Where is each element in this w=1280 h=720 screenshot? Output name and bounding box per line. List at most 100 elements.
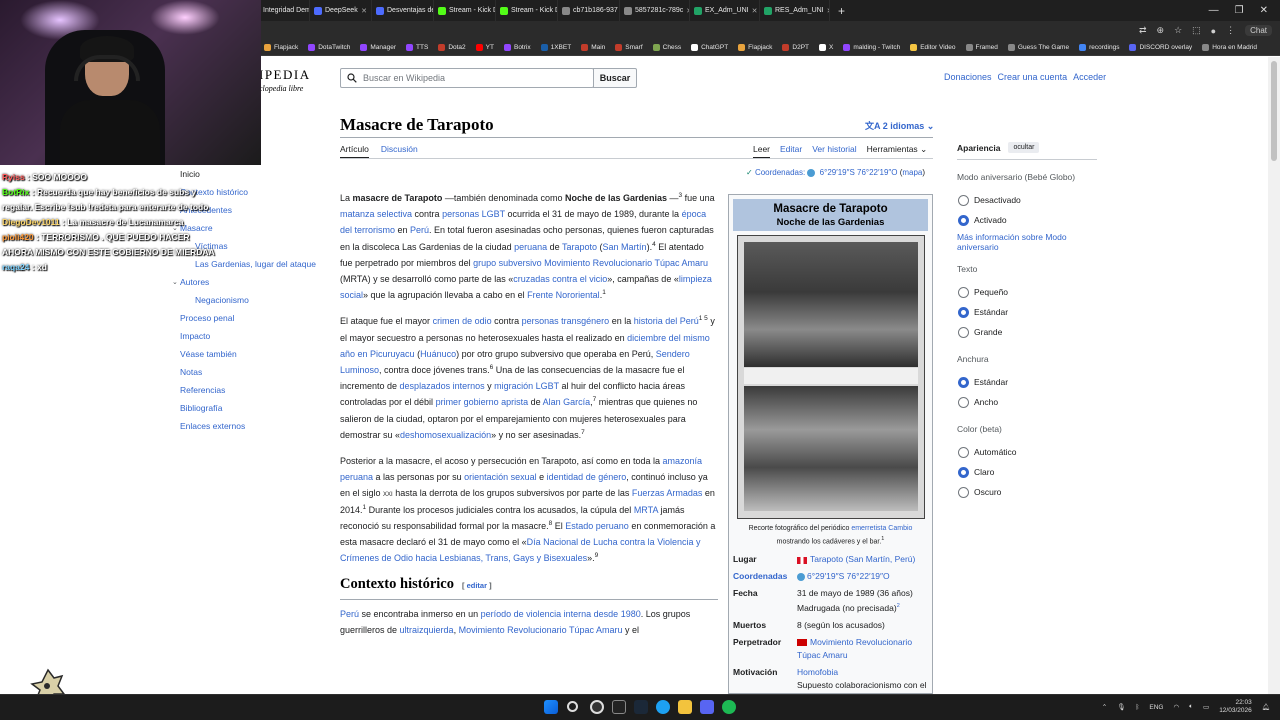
link[interactable]: San Martín	[603, 242, 647, 252]
map-link[interactable]: mapa	[902, 168, 922, 177]
link[interactable]: Movimiento Revolucionario Túpac Amaru	[459, 625, 623, 635]
link[interactable]: crimen de odio	[433, 316, 492, 326]
width-option[interactable]: Estándar	[958, 372, 1097, 392]
bookmark-item[interactable]: Smarf	[615, 44, 643, 51]
globe-icon[interactable]	[797, 573, 805, 582]
toc-item[interactable]: Proceso penal	[172, 309, 322, 327]
browser-tab[interactable]: Stream - Kick D✕	[496, 0, 558, 21]
menu-icon[interactable]: ⋮	[1226, 25, 1235, 36]
search-button[interactable]: Buscar	[593, 68, 637, 88]
language-button[interactable]: 文A 2 idiomas ⌄	[865, 119, 934, 132]
link[interactable]: desplazados internos	[400, 381, 485, 391]
text-size-option[interactable]: Estándar	[958, 302, 1097, 322]
toc-item[interactable]: Negacionismo	[172, 291, 322, 309]
spotify-icon[interactable]	[722, 700, 736, 714]
link[interactable]: identidad de género	[547, 472, 627, 482]
anniversary-more-link[interactable]: Más información sobre Modo aniversario	[957, 232, 1097, 252]
extensions-icon[interactable]: ⬚	[1192, 25, 1201, 36]
page-scrollbar[interactable]	[1268, 57, 1280, 694]
link[interactable]: migración LGBT	[494, 381, 559, 391]
infobox-value-text[interactable]: Tarapoto (San Martín, Perú)	[810, 554, 915, 564]
browser-tab[interactable]: 5857281c-789c✕	[620, 0, 690, 21]
bookmark-item[interactable]: Chess	[652, 44, 681, 51]
link[interactable]: personas LGBT	[442, 209, 505, 219]
close-icon[interactable]: ✕	[361, 7, 367, 15]
folder-icon[interactable]	[678, 700, 692, 714]
bookmark-item[interactable]: Manager	[360, 44, 396, 51]
bookmark-item[interactable]: YT	[475, 44, 494, 51]
discord-icon[interactable]	[700, 700, 714, 714]
radio-button[interactable]	[958, 396, 969, 408]
search-icon[interactable]	[567, 701, 578, 712]
width-option[interactable]: Ancho	[958, 392, 1097, 412]
tab-discussion[interactable]: Discusión	[381, 144, 418, 159]
caption-link[interactable]: emerretista Cambio	[851, 525, 912, 532]
link[interactable]: diciembre del mismo año en Picuruyacu	[340, 333, 710, 359]
toc-item[interactable]: Enlaces externos	[172, 417, 322, 435]
bookmark-item[interactable]: X	[819, 44, 833, 51]
chevron-down-icon[interactable]: ⌄	[172, 278, 180, 286]
minimize-button[interactable]: —	[1209, 5, 1219, 16]
wikipedia-logo[interactable]: IPEDIA clopedia libre	[259, 67, 311, 93]
radio-button[interactable]	[958, 194, 969, 206]
link[interactable]: matanza selectiva	[340, 209, 412, 219]
tab-edit[interactable]: Editar	[780, 144, 802, 159]
radio-button[interactable]	[958, 326, 969, 338]
start-icon[interactable]	[544, 700, 558, 714]
anniversary-option[interactable]: Desactivado	[958, 190, 1097, 210]
link[interactable]: MRTA	[634, 505, 658, 515]
bookmark-item[interactable]: Botrix	[503, 44, 531, 51]
bookmark-item[interactable]: DISCORD overlay	[1129, 44, 1192, 51]
link[interactable]: personas transgénero	[522, 316, 610, 326]
browser-tab[interactable]: Desventajas de✕	[372, 0, 434, 21]
link[interactable]: Tarapoto	[562, 242, 597, 252]
coords-label[interactable]: Coordenadas:	[755, 168, 805, 177]
edit-link[interactable]: editar	[467, 581, 487, 590]
link[interactable]: Perú	[340, 609, 359, 619]
search-input[interactable]: Buscar en Wikipedia	[340, 68, 594, 88]
bookmark-item[interactable]: 1XBET	[540, 44, 571, 51]
link[interactable]: Huánuco	[420, 349, 456, 359]
bookmark-star-icon[interactable]: ☆	[1174, 25, 1182, 36]
close-icon[interactable]: ✕	[752, 7, 758, 15]
obs-icon[interactable]	[590, 700, 604, 714]
browser-tab[interactable]: DeepSeek ✕	[310, 0, 372, 21]
mic-icon[interactable]: 🎙︎	[1117, 703, 1125, 711]
bluetooth-icon[interactable]: ᛒ	[1135, 704, 1139, 711]
browser-tab[interactable]: cb71b186-937✕	[558, 0, 620, 21]
section-edit-link[interactable]: [ editar ]	[462, 581, 492, 590]
toc-item[interactable]: Referencias	[172, 381, 322, 399]
radio-button[interactable]	[958, 286, 969, 298]
bookmark-item[interactable]: Flapjack	[738, 44, 772, 51]
battery-icon[interactable]: ▭	[1203, 703, 1209, 711]
new-tab-button[interactable]: +	[830, 4, 853, 18]
link[interactable]: Día Nacional de Lucha contra la Violenci…	[340, 537, 701, 563]
coords-value[interactable]: 6°29′19″S 76°22′19″O	[820, 168, 898, 177]
bookmark-item[interactable]: Hora en Madrid	[1202, 44, 1257, 51]
maximize-button[interactable]: ❐	[1235, 5, 1244, 16]
bookmark-item[interactable]: malding - Twitch	[843, 44, 900, 51]
bookmark-item[interactable]: Framed	[965, 44, 998, 51]
bookmark-item[interactable]: D2PT	[782, 44, 809, 51]
link[interactable]: primer gobierno aprista	[436, 397, 529, 407]
radio-button[interactable]	[958, 376, 969, 388]
browser-tab[interactable]: Stream - Kick D✕	[434, 0, 496, 21]
infobox-value-text[interactable]: 6°29′19″S 76°22′19″O	[807, 571, 890, 581]
toc-item[interactable]: Véase también	[172, 345, 322, 363]
radio-button[interactable]	[958, 466, 969, 478]
link[interactable]: período de violencia interna desde 1980	[481, 609, 641, 619]
link[interactable]: ultraizquierda	[400, 625, 454, 635]
toc-item[interactable]: Notas	[172, 363, 322, 381]
toc-item[interactable]: Impacto	[172, 327, 322, 345]
tab-read[interactable]: Leer	[753, 144, 771, 159]
bookmark-item[interactable]: recordings	[1079, 44, 1119, 51]
close-window-button[interactable]: ✕	[1260, 5, 1268, 16]
bookmark-item[interactable]: DotaTwitch	[308, 44, 350, 51]
radio-button[interactable]	[958, 486, 969, 498]
bookmark-item[interactable]: Main	[581, 44, 605, 51]
color-mode-option[interactable]: Oscuro	[958, 482, 1097, 502]
profile-icon[interactable]: ●	[1211, 26, 1216, 36]
link[interactable]: Estado peruano	[565, 521, 629, 531]
notifications-icon[interactable]: 🔔︎	[1262, 703, 1270, 711]
language-indicator[interactable]: ENG	[1149, 704, 1163, 711]
